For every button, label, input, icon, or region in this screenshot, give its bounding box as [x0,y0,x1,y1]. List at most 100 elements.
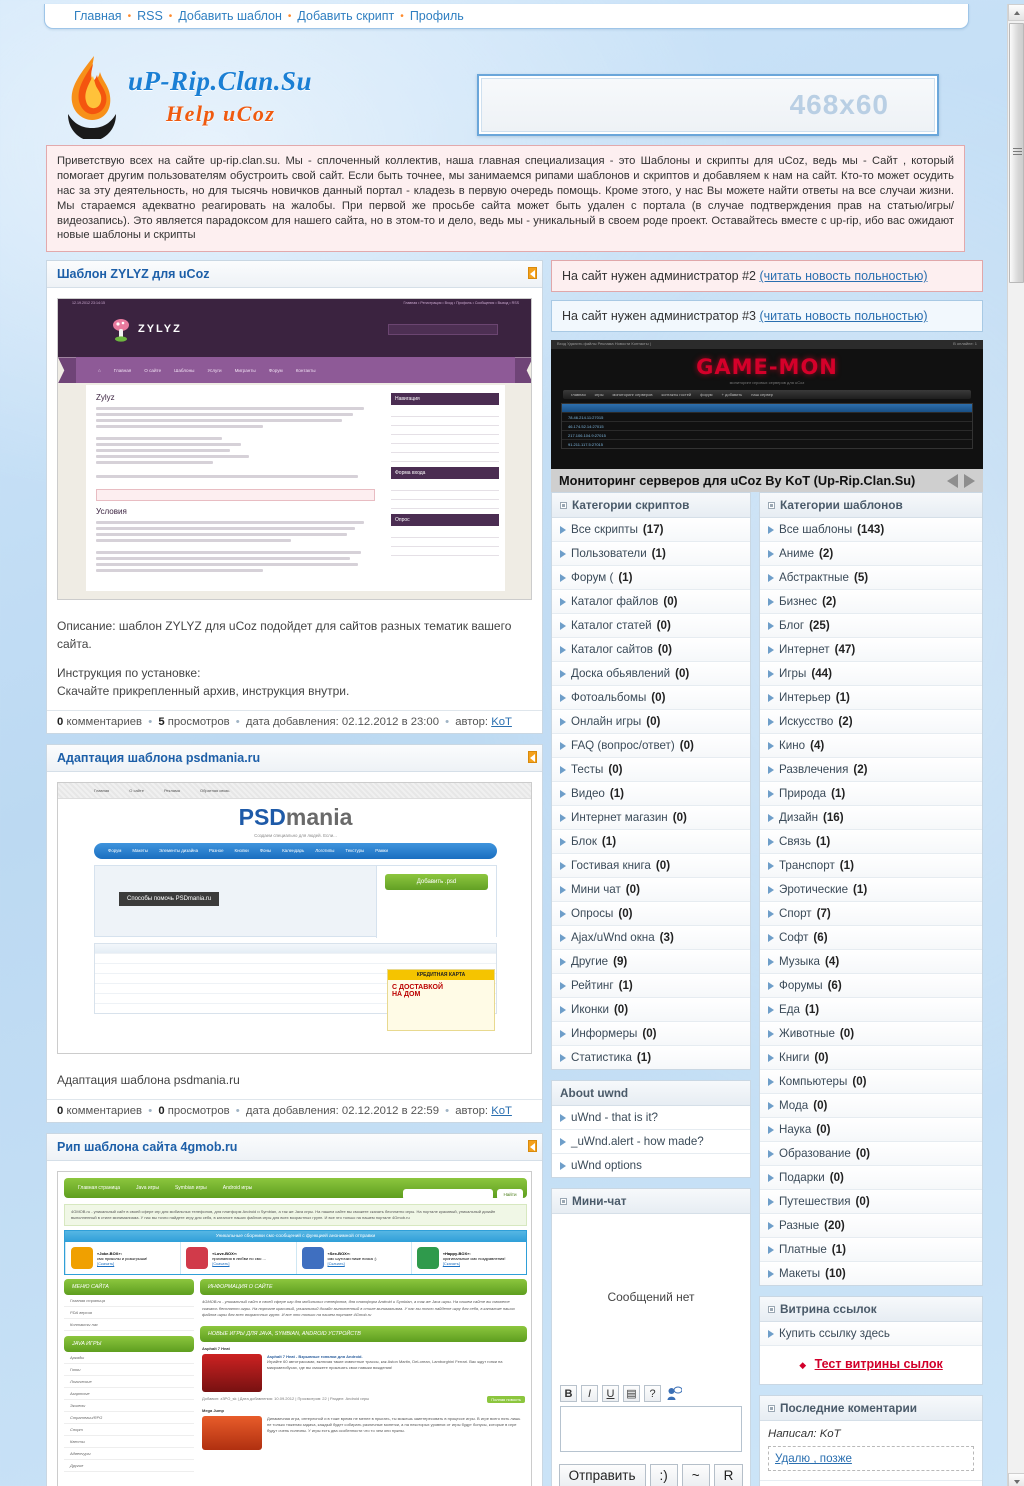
prev-arrow-icon[interactable] [947,473,958,488]
template-category-item[interactable]: Спорт (7) [760,902,982,927]
script-category-item[interactable]: Иконки (0) [552,998,750,1023]
refresh-button[interactable]: R [713,1464,744,1486]
ad-banner[interactable]: 468x60 [477,74,939,136]
minichat-input[interactable] [560,1406,742,1453]
about-uwnd-item[interactable]: uWnd options [552,1154,750,1178]
entry-title[interactable]: Рип шаблона сайта 4gmob.ru [47,1134,542,1162]
template-category-item[interactable]: Интернет (47) [760,638,982,663]
user-smiley-icon[interactable] [665,1385,682,1402]
smiley-button[interactable]: :) [649,1464,678,1486]
template-category-item[interactable]: Еда (1) [760,998,982,1023]
template-category-item[interactable]: Софт (6) [760,926,982,951]
template-category-item[interactable]: Макеты (10) [760,1262,982,1286]
help-icon[interactable]: ? [644,1385,661,1403]
entry-screenshot-psdmania[interactable]: Главная О сайте Реклама Обратная связь P… [57,781,532,1054]
nav-item-add-template[interactable]: Добавить шаблон [174,9,286,23]
template-category-item[interactable]: Искусство (2) [760,710,982,735]
template-category-item[interactable]: Наука (0) [760,1118,982,1143]
template-category-item[interactable]: Музыка (4) [760,950,982,975]
template-category-item[interactable]: Абстрактные (5) [760,566,982,591]
entry-title[interactable]: Адаптация шаблона psdmania.ru [47,744,542,772]
tilde-button[interactable]: ~ [681,1464,710,1486]
document-icon[interactable]: ▤ [623,1385,640,1403]
site-logo[interactable]: uP-Rip.Clan.Su Help uCoz [60,54,312,141]
template-category-item[interactable]: Игры (44) [760,662,982,687]
about-uwnd-item[interactable]: uWnd - that is it? [552,1106,750,1131]
template-category-item[interactable]: Эротические (1) [760,878,982,903]
entry-title[interactable]: Шаблон ZYLYZ для uCoz [47,261,542,289]
bold-icon[interactable]: B [560,1385,577,1403]
script-category-item[interactable]: Пользователи (1) [552,542,750,567]
script-category-item[interactable]: Опросы (0) [552,902,750,927]
template-category-item[interactable]: Животные (0) [760,1022,982,1047]
showcase-test-link[interactable]: Тест витрины сылок [815,1357,943,1371]
script-category-item[interactable]: Информеры (0) [552,1022,750,1047]
script-category-item[interactable]: Гостивая книга (0) [552,854,750,879]
template-category-item[interactable]: Разные (20) [760,1214,982,1239]
collapse-icon[interactable] [528,267,537,280]
template-category-item[interactable]: Дизайн (16) [760,806,982,831]
template-category-item[interactable]: Интерьер (1) [760,686,982,711]
author-link[interactable]: KoT [491,1105,512,1117]
template-category-item[interactable]: Развлечения (2) [760,758,982,783]
template-category-item[interactable]: Мода (0) [760,1094,982,1119]
scroll-up-arrow-icon[interactable] [1008,4,1024,21]
collapse-icon[interactable] [528,1140,537,1153]
about-uwnd-item[interactable]: _uWnd.alert - how made? [552,1130,750,1155]
comment-text-link[interactable]: Удалю , позже [775,1452,852,1465]
template-category-item[interactable]: Подарки (0) [760,1166,982,1191]
template-category-item[interactable]: Бизнес (2) [760,590,982,615]
nav-item-rss[interactable]: RSS [133,9,167,23]
script-category-item[interactable]: Ajax/uWnd окна (3) [552,926,750,951]
script-category-item[interactable]: Блок (1) [552,830,750,855]
template-category-item[interactable]: Блог (25) [760,614,982,639]
vertical-scrollbar[interactable] [1007,4,1024,1486]
underline-icon[interactable]: U [602,1385,619,1403]
nav-item-home[interactable]: Главная [70,9,126,23]
script-category-item[interactable]: Рейтинг (1) [552,974,750,999]
nav-item-add-script[interactable]: Добавить скрипт [293,9,398,23]
script-category-item[interactable]: Доска обьявлений (0) [552,662,750,687]
script-category-item[interactable]: Тесты (0) [552,758,750,783]
template-category-item[interactable]: Природа (1) [760,782,982,807]
template-category-item[interactable]: Книги (0) [760,1046,982,1071]
template-category-item[interactable]: Все шаблоны (143) [760,518,982,543]
template-category-item[interactable]: Компьютеры (0) [760,1070,982,1095]
script-category-item[interactable]: FAQ (вопрос/ответ) (0) [552,734,750,759]
entry-screenshot-zylyz[interactable]: 12.19.2012 23:14:15 Главная • Регистраци… [57,298,532,601]
template-category-item[interactable]: Путешествия (0) [760,1190,982,1215]
italic-icon[interactable]: I [581,1385,598,1403]
script-category-item[interactable]: Фотоальбомы (0) [552,686,750,711]
zylyz-search-box[interactable] [388,324,498,336]
author-link[interactable]: KoT [491,716,512,728]
showcase-buy-item[interactable]: Купить ссылку здесь [760,1322,982,1347]
scroll-down-arrow-icon[interactable] [1008,1473,1024,1486]
script-category-item[interactable]: Все скрипты (17) [552,518,750,543]
notice-link[interactable]: (читать новость польностью) [759,269,927,283]
script-category-item[interactable]: Мини чат (0) [552,878,750,903]
scrollbar-thumb[interactable] [1009,23,1024,283]
script-category-item[interactable]: Другие (9) [552,950,750,975]
script-category-item[interactable]: Каталог статей (0) [552,614,750,639]
template-category-item[interactable]: Транспорт (1) [760,854,982,879]
collapse-icon[interactable] [528,750,537,763]
entry-screenshot-4gmob[interactable]: Главная страница Java игры Symbian игры … [57,1171,532,1486]
notice-link[interactable]: (читать новость польностью) [759,309,927,323]
send-button[interactable]: Отправить [558,1464,646,1486]
template-category-item[interactable]: Связь (1) [760,830,982,855]
nav-item-profile[interactable]: Профиль [406,9,468,23]
script-category-item[interactable]: Видео (1) [552,782,750,807]
script-category-item[interactable]: Статистика (1) [552,1046,750,1070]
script-category-item[interactable]: Каталог файлов (0) [552,590,750,615]
next-arrow-icon[interactable] [964,473,975,488]
template-category-item[interactable]: Кино (4) [760,734,982,759]
script-category-item[interactable]: Форум ( (1) [552,566,750,591]
script-category-item[interactable]: Интернет магазин (0) [552,806,750,831]
script-category-item[interactable]: Каталог сайтов (0) [552,638,750,663]
template-category-item[interactable]: Образование (0) [760,1142,982,1167]
template-category-item[interactable]: Платные (1) [760,1238,982,1263]
gamemon-banner[interactable]: Вход Удалить файлы Реклама Новости Конта… [551,340,983,493]
script-category-item[interactable]: Онлайн игры (0) [552,710,750,735]
template-category-item[interactable]: Форумы (6) [760,974,982,999]
template-category-item[interactable]: Аниме (2) [760,542,982,567]
